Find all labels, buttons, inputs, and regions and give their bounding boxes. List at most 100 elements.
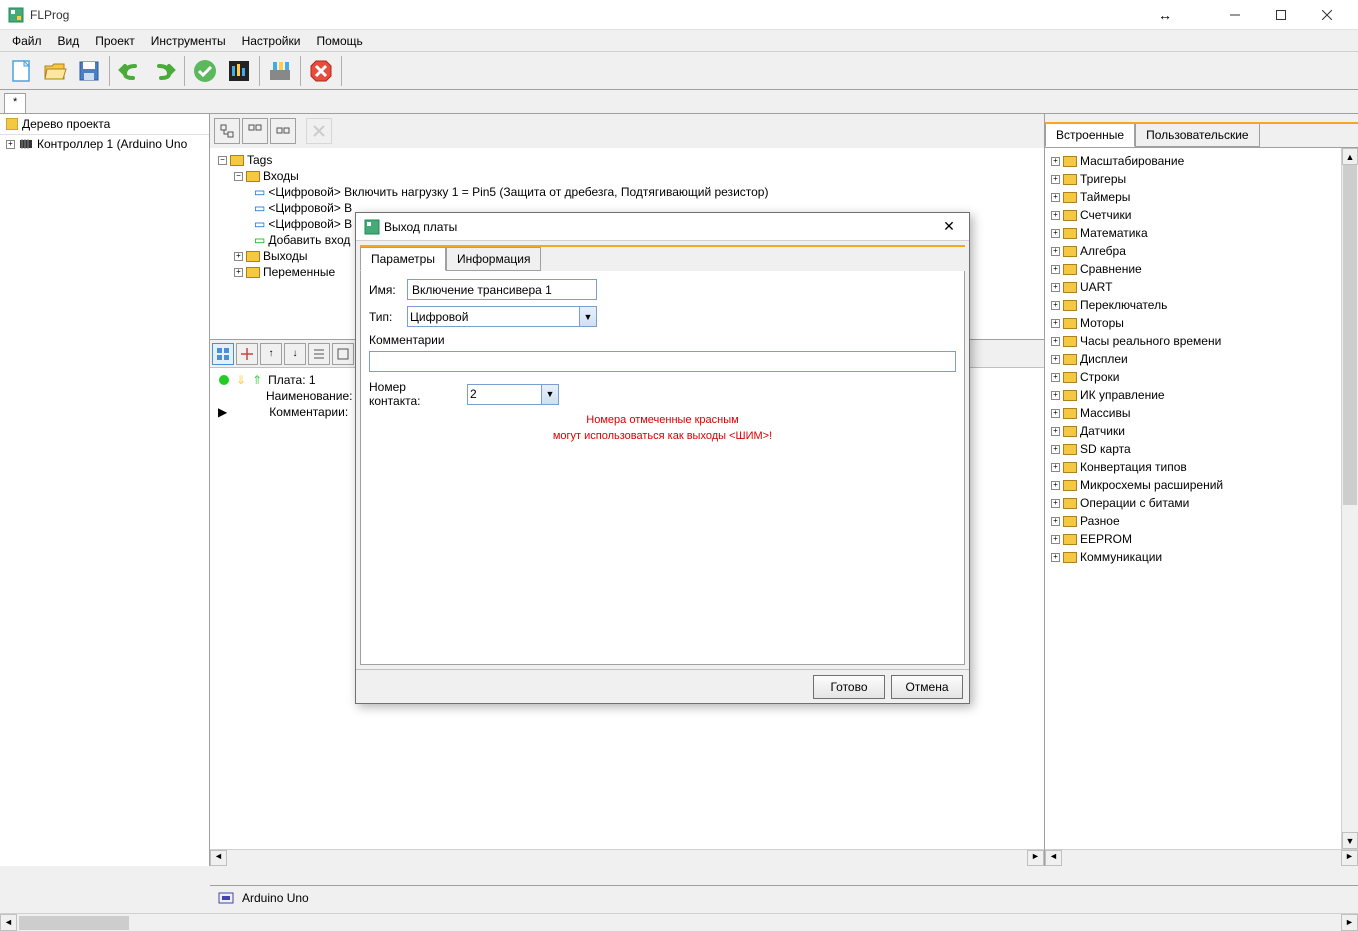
expand-icon[interactable]: +: [1051, 373, 1060, 382]
expand-icon[interactable]: +: [234, 268, 243, 277]
expand-icon[interactable]: +: [1051, 499, 1060, 508]
expand-icon[interactable]: +: [1051, 319, 1060, 328]
check-button[interactable]: [188, 54, 222, 88]
library-item[interactable]: +Часы реального времени: [1047, 332, 1339, 350]
expand-icon[interactable]: +: [1051, 301, 1060, 310]
contact-select[interactable]: 2 ▼: [467, 384, 559, 405]
library-item[interactable]: +UART: [1047, 278, 1339, 296]
expand-icon[interactable]: +: [1051, 337, 1060, 346]
undo-button[interactable]: [113, 54, 147, 88]
expand-all-button[interactable]: [214, 118, 240, 144]
expand-icon[interactable]: +: [1051, 175, 1060, 184]
menu-view[interactable]: Вид: [50, 32, 88, 50]
library-item[interactable]: +Строки: [1047, 368, 1339, 386]
library-item[interactable]: +Датчики: [1047, 422, 1339, 440]
expand-icon[interactable]: +: [1051, 247, 1060, 256]
expand-icon[interactable]: +: [6, 140, 15, 149]
scroll-right-button[interactable]: ►: [1027, 850, 1044, 866]
expand-icon[interactable]: +: [1051, 265, 1060, 274]
menu-project[interactable]: Проект: [87, 32, 143, 50]
bottom-scrollbar[interactable]: ◄ ►: [0, 913, 1358, 931]
scroll-down-button[interactable]: ▼: [1342, 832, 1358, 849]
grid-button[interactable]: [212, 343, 234, 365]
library-item[interactable]: +Операции с битами: [1047, 494, 1339, 512]
maximize-button[interactable]: [1258, 0, 1304, 30]
library-item[interactable]: +EEPROM: [1047, 530, 1339, 548]
scroll-right-button[interactable]: ►: [1341, 850, 1358, 866]
type-select[interactable]: Цифровой ▼: [407, 306, 597, 327]
expand-icon[interactable]: +: [1051, 391, 1060, 400]
up-button[interactable]: ↑: [260, 343, 282, 365]
library-item[interactable]: +Сравнение: [1047, 260, 1339, 278]
tags-inputs[interactable]: − Входы: [214, 168, 1040, 184]
dialog-ok-button[interactable]: Готово: [813, 675, 885, 699]
library-item[interactable]: +SD карта: [1047, 440, 1339, 458]
open-file-button[interactable]: [38, 54, 72, 88]
library-item[interactable]: +Конвертация типов: [1047, 458, 1339, 476]
expand-icon[interactable]: +: [1051, 355, 1060, 364]
scroll-left-button[interactable]: ◄: [0, 914, 17, 931]
document-tab[interactable]: *: [4, 93, 26, 113]
library-item[interactable]: +Счетчики: [1047, 206, 1339, 224]
menu-tools[interactable]: Инструменты: [143, 32, 234, 50]
library-item[interactable]: +Разное: [1047, 512, 1339, 530]
project-tree-item-controller[interactable]: + Контроллер 1 (Arduino Uno: [0, 135, 209, 153]
save-file-button[interactable]: [72, 54, 106, 88]
library-item[interactable]: +Таймеры: [1047, 188, 1339, 206]
dialog-cancel-button[interactable]: Отмена: [891, 675, 963, 699]
expand-icon[interactable]: +: [1051, 463, 1060, 472]
move-button[interactable]: [236, 343, 258, 365]
minimize-button[interactable]: [1212, 0, 1258, 30]
dialog-tab-params[interactable]: Параметры: [360, 247, 446, 271]
list-button[interactable]: [308, 343, 330, 365]
new-file-button[interactable]: [4, 54, 38, 88]
stop-button[interactable]: [304, 54, 338, 88]
comments-input[interactable]: [369, 351, 956, 372]
library-item[interactable]: +Дисплеи: [1047, 350, 1339, 368]
library-item[interactable]: +ИК управление: [1047, 386, 1339, 404]
dialog-close-button[interactable]: ✕: [937, 215, 961, 239]
tab-builtin[interactable]: Встроенные: [1045, 124, 1135, 147]
compile-button[interactable]: [222, 54, 256, 88]
library-item[interactable]: +Переключатель: [1047, 296, 1339, 314]
dialog-titlebar[interactable]: Выход платы ✕: [356, 213, 969, 241]
scroll-up-button[interactable]: ▲: [1342, 148, 1358, 165]
dialog-tab-info[interactable]: Информация: [446, 247, 541, 271]
expand-icon[interactable]: +: [234, 252, 243, 261]
library-item[interactable]: +Масштабирование: [1047, 152, 1339, 170]
scroll-right-button[interactable]: ►: [1341, 914, 1358, 931]
tab-user[interactable]: Пользовательские: [1135, 124, 1260, 147]
expand-icon[interactable]: +: [1051, 517, 1060, 526]
expand-icon[interactable]: +: [1051, 193, 1060, 202]
grid2-button[interactable]: [332, 343, 354, 365]
collapse-icon[interactable]: −: [234, 172, 243, 181]
expand-icon[interactable]: +: [1051, 427, 1060, 436]
collapse-icon[interactable]: −: [218, 156, 227, 165]
expand-icon[interactable]: +: [1051, 211, 1060, 220]
tag-input-item[interactable]: ▭ <Цифровой> Включить нагрузку 1 = Pin5 …: [214, 184, 1040, 200]
menu-file[interactable]: Файл: [4, 32, 50, 50]
library-item[interactable]: +Моторы: [1047, 314, 1339, 332]
down-button[interactable]: ↓: [284, 343, 306, 365]
close-button[interactable]: [1304, 0, 1350, 30]
expand-icon[interactable]: +: [1051, 409, 1060, 418]
tags-root[interactable]: − Tags: [214, 152, 1040, 168]
collapse-all-button[interactable]: [242, 118, 268, 144]
name-input[interactable]: [407, 279, 597, 300]
expand-icon[interactable]: +: [1051, 445, 1060, 454]
library-item[interactable]: +Тригеры: [1047, 170, 1339, 188]
upload-button[interactable]: [263, 54, 297, 88]
library-item[interactable]: +Алгебра: [1047, 242, 1339, 260]
expand-icon[interactable]: +: [1051, 481, 1060, 490]
expand-icon[interactable]: +: [1051, 229, 1060, 238]
scroll-left-button[interactable]: ◄: [210, 850, 227, 866]
expand-icon[interactable]: +: [1051, 553, 1060, 562]
tree-mode-button[interactable]: [270, 118, 296, 144]
library-item[interactable]: +Математика: [1047, 224, 1339, 242]
library-scrollbar[interactable]: ▲ ▼: [1341, 148, 1358, 849]
scroll-left-button[interactable]: ◄: [1045, 850, 1062, 866]
menu-settings[interactable]: Настройки: [234, 32, 309, 50]
redo-button[interactable]: [147, 54, 181, 88]
expand-icon[interactable]: +: [1051, 535, 1060, 544]
library-item[interactable]: +Коммуникации: [1047, 548, 1339, 566]
